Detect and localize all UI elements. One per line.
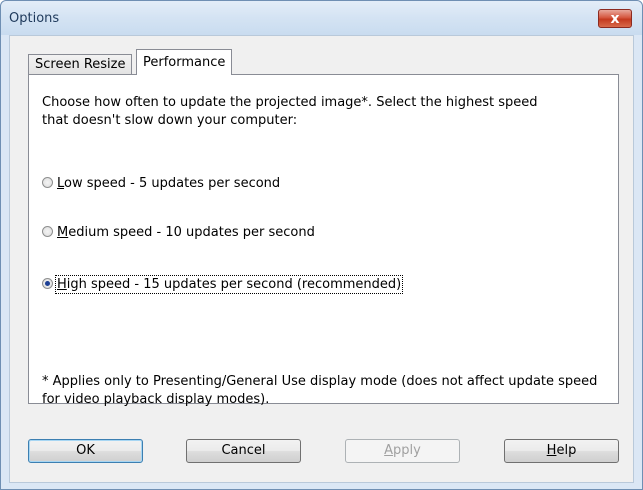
options-dialog: Options x Screen Resize Performance Choo…: [0, 0, 643, 490]
radio-high-speed[interactable]: High speed - 15 updates per second (reco…: [42, 275, 404, 295]
description-text: Choose how often to update the projected…: [42, 95, 538, 128]
label-text-high: igh speed - 15 updates per second (recom…: [66, 277, 402, 292]
radio-button-high[interactable]: [42, 278, 53, 289]
title-bar[interactable]: Options x: [1, 1, 642, 35]
radio-button-medium[interactable]: [42, 226, 53, 237]
accel-key-medium: M: [57, 225, 69, 240]
apply-label: pply: [393, 443, 421, 458]
apply-accel-key: A: [384, 443, 394, 458]
label-text-low: ow speed - 5 updates per second: [64, 176, 281, 191]
radio-label-high[interactable]: High speed - 15 updates per second (reco…: [54, 275, 404, 294]
tab-screen-resize[interactable]: Screen Resize: [28, 54, 133, 74]
close-button[interactable]: x: [598, 9, 632, 28]
tab-performance[interactable]: Performance: [136, 49, 233, 75]
radio-label-medium[interactable]: Medium speed - 10 updates per second: [57, 225, 315, 240]
radio-button-low[interactable]: [42, 177, 53, 188]
window-title: Options: [9, 11, 60, 26]
radio-medium-speed[interactable]: Medium speed - 10 updates per second: [42, 225, 315, 243]
cancel-button[interactable]: Cancel: [186, 439, 301, 463]
performance-panel: Choose how often to update the projected…: [28, 74, 619, 407]
close-icon: x: [610, 11, 620, 27]
radio-label-low[interactable]: Low speed - 5 updates per second: [57, 176, 280, 191]
label-text-medium: edium speed - 10 updates per second: [68, 225, 315, 240]
radio-low-speed[interactable]: Low speed - 5 updates per second: [42, 176, 280, 194]
ok-button[interactable]: OK: [28, 439, 143, 463]
help-button[interactable]: Help: [504, 439, 619, 463]
dialog-client-area: Screen Resize Performance Choose how oft…: [9, 35, 634, 483]
footnote-text: * Applies only to Presenting/General Use…: [42, 374, 598, 407]
accel-key-low: L: [57, 176, 65, 191]
help-label: elp: [556, 443, 577, 458]
accel-key-high: H: [57, 277, 67, 292]
apply-button[interactable]: Apply: [345, 439, 460, 463]
help-accel-key: H: [546, 443, 557, 458]
